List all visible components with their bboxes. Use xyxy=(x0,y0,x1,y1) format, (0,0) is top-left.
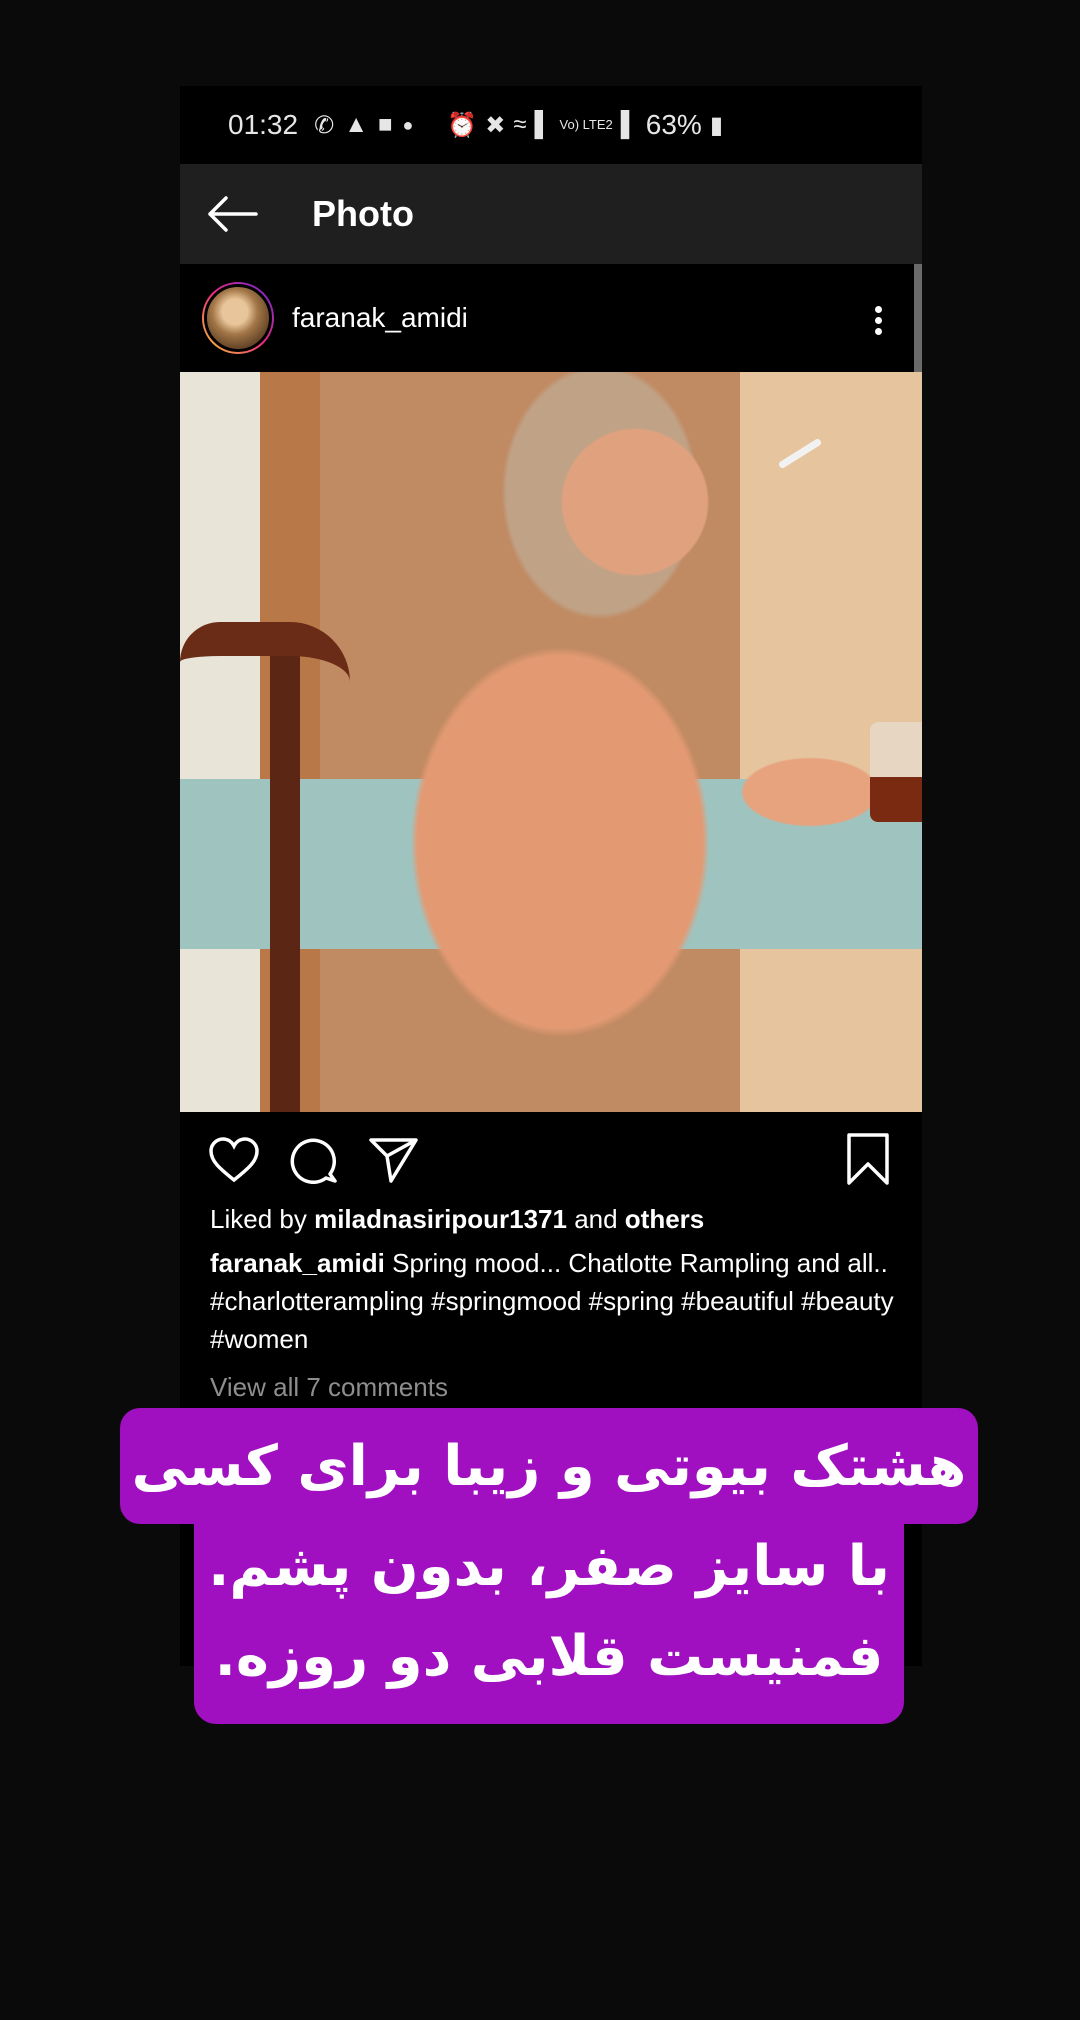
more-dot-icon xyxy=(875,328,882,335)
send-icon xyxy=(369,1138,418,1183)
bookmark-icon xyxy=(847,1133,889,1185)
post-username[interactable]: faranak_amidi xyxy=(292,302,468,334)
liked-by-others-link[interactable]: others xyxy=(625,1204,704,1234)
likes-summary: Liked by miladnasiripour1371 and others xyxy=(210,1204,704,1235)
battery-percent: 63% xyxy=(645,109,702,140)
liked-by-user-link[interactable]: miladnasiripour1371 xyxy=(314,1204,567,1234)
status-time: 01:32 xyxy=(228,109,299,140)
signal-icon: ▌ xyxy=(534,111,552,138)
dot-icon: ● xyxy=(402,114,414,135)
post-caption: faranak_amidi Spring mood... Chatlotte R… xyxy=(210,1244,900,1358)
comment-icon xyxy=(290,1138,337,1184)
chair-shape xyxy=(180,622,350,1112)
view-comments-link[interactable]: View all 7 comments xyxy=(210,1372,448,1403)
post-header: faranak_amidi xyxy=(180,264,922,372)
status-system-icons: ⏰ ✖ ≈ ▌ Vo) LTE2 ▌ 63% ▮ xyxy=(447,109,723,141)
notification-icon: ▲ xyxy=(344,111,368,138)
likes-and: and xyxy=(566,1204,625,1234)
mute-icon: ✖ xyxy=(485,111,506,139)
post-photo[interactable] xyxy=(180,372,922,1112)
cigarette-shape xyxy=(777,437,823,470)
glass-shape xyxy=(870,722,922,822)
signal-icon: ▌ xyxy=(620,111,638,138)
like-button[interactable] xyxy=(208,1134,260,1186)
more-options-button[interactable] xyxy=(875,302,882,339)
back-arrow-icon xyxy=(208,196,258,232)
save-button[interactable] xyxy=(846,1132,894,1188)
avatar-image xyxy=(204,284,272,352)
more-dot-icon xyxy=(875,317,882,324)
share-button[interactable] xyxy=(368,1134,420,1186)
heart-icon xyxy=(209,1137,259,1183)
page-title: Photo xyxy=(312,193,414,234)
overlay-line-1: هشتک بیوتی و زیبا برای کسی xyxy=(131,1433,967,1499)
alarm-icon: ⏰ xyxy=(447,111,478,139)
overlay-text-block: با سایز صفر، بدون پشم. فمنیست قلابی دو ر… xyxy=(194,1500,904,1724)
wifi-icon: ≈ xyxy=(513,111,527,138)
likes-prefix: Liked by xyxy=(210,1204,315,1234)
whatsapp-icon: ✆ xyxy=(314,111,335,139)
battery-icon: ▮ xyxy=(709,111,724,139)
network-label: Vo) LTE2 xyxy=(559,117,613,132)
avatar[interactable] xyxy=(202,282,274,354)
more-dot-icon xyxy=(875,306,882,313)
status-bar: 01:32 ✆ ▲ ■ ● ⏰ ✖ ≈ ▌ Vo) LTE2 ▌ 63% ▮ xyxy=(180,86,922,164)
post-actions xyxy=(180,1112,922,1208)
app-bar: Photo xyxy=(180,164,922,264)
back-button[interactable] xyxy=(202,194,262,234)
status-notification-icons: ✆ ▲ ■ ● xyxy=(314,111,413,140)
caption-username[interactable]: faranak_amidi xyxy=(210,1248,385,1278)
overlay-line-3: فمنیست قلابی دو روزه. xyxy=(214,1624,884,1689)
comment-button[interactable] xyxy=(288,1134,340,1186)
overlay-line-2: با سایز صفر، بدون پشم. xyxy=(208,1534,890,1599)
message-icon: ■ xyxy=(377,111,393,138)
